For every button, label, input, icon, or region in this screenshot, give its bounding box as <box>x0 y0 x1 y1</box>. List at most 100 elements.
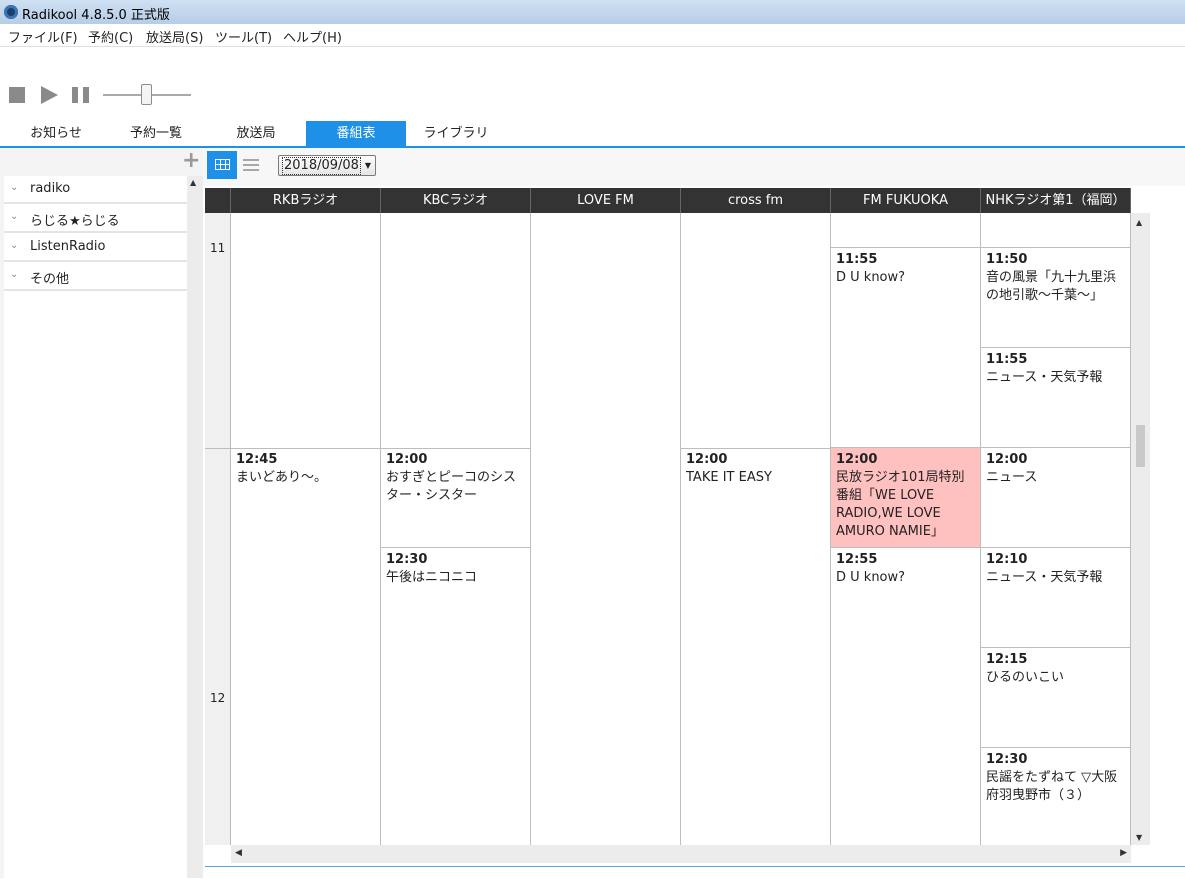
program-cell-highlighted[interactable]: 12:00 民放ラジオ101局特別番組「WE LOVE RADIO,WE LOV… <box>831 448 980 548</box>
program-time: 12:45 <box>236 452 278 467</box>
program-cell[interactable]: 12:00 ニュース <box>981 448 1130 548</box>
station-column-kbc: 12:00 おすぎとピーコのシスター・シスター 12:30 午後はニコニコ <box>381 213 531 845</box>
dropdown-arrow-icon: ▼ <box>364 161 371 170</box>
program-time: 12:10 <box>986 552 1028 567</box>
list-view-button[interactable] <box>243 156 261 174</box>
scroll-up-icon[interactable]: ▲ <box>1136 218 1142 227</box>
program-cell[interactable]: 11:50 音の風景「九十九里浜の地引歌〜千葉〜」 <box>981 248 1130 348</box>
station-header-rkb: RKBラジオ <box>231 188 381 213</box>
scroll-up-icon[interactable]: ▲ <box>190 178 196 187</box>
station-header-nhk: NHKラジオ第1（福岡） <box>981 188 1131 213</box>
add-icon[interactable]: + <box>182 150 200 172</box>
tab-library[interactable]: ライブラリ <box>406 121 506 146</box>
menu-station[interactable]: 放送局(S) <box>146 27 203 46</box>
chevron-down-icon: ⌄ <box>10 182 19 193</box>
tree-item-other[interactable]: ⌄ その他 <box>4 263 187 291</box>
station-column-lovefm <box>531 213 681 845</box>
program-title: 音の風景「九十九里浜の地引歌〜千葉〜」 <box>986 270 1117 303</box>
tree-item-label: ListenRadio <box>30 239 106 254</box>
guide-horizontal-scrollbar[interactable]: ◀ ▶ <box>231 845 1131 863</box>
station-header-lovefm: LOVE FM <box>531 188 681 213</box>
program-cell-previous[interactable] <box>831 213 980 248</box>
program-time: 12:00 <box>986 452 1028 467</box>
program-cell[interactable]: 12:15 ひるのいこい <box>981 648 1130 748</box>
hour-label: 11 <box>210 241 226 255</box>
program-time: 12:30 <box>986 752 1028 767</box>
program-title: TAKE IT EASY <box>686 470 772 485</box>
program-time: 12:55 <box>836 552 878 567</box>
sidebar-scrollbar[interactable] <box>187 176 203 878</box>
tab-program-guide[interactable]: 番組表 <box>306 121 406 146</box>
program-cell[interactable]: 12:00 おすぎとピーコのシスター・シスター <box>381 448 530 548</box>
date-value: 2018/09/08 <box>282 157 361 175</box>
program-time: 12:00 <box>836 452 878 467</box>
tree-item-radiru[interactable]: ⌄ らじる★らじる <box>4 205 187 233</box>
grid-view-button[interactable] <box>207 151 237 179</box>
program-title: D U know? <box>836 570 906 585</box>
menu-reserve[interactable]: 予約(C) <box>88 27 133 46</box>
tree-item-listenradio[interactable]: ⌄ ListenRadio <box>4 234 187 262</box>
date-select[interactable]: 2018/09/08 ▼ <box>278 155 376 176</box>
program-title: まいどあり〜。 <box>236 470 328 485</box>
main-tabs: お知らせ 予約一覧 放送局 番組表 ライブラリ <box>0 121 1185 149</box>
program-cell[interactable]: 11:55 D U know? <box>831 248 980 448</box>
play-button[interactable] <box>41 86 58 104</box>
menu-tools[interactable]: ツール(T) <box>215 27 272 46</box>
scroll-thumb[interactable] <box>1136 425 1145 467</box>
program-time: 12:00 <box>686 452 728 467</box>
program-cell[interactable]: 12:30 午後はニコニコ <box>381 548 530 845</box>
chevron-down-icon: ⌄ <box>10 211 19 222</box>
hour-label: 12 <box>210 691 226 705</box>
program-cell[interactable]: 12:00 TAKE IT EASY <box>681 448 830 845</box>
program-cell[interactable]: 12:55 D U know? <box>831 548 980 845</box>
program-cell[interactable]: 11:55 ニュース・天気予報 <box>981 348 1130 448</box>
scroll-right-icon[interactable]: ▶ <box>1120 848 1127 858</box>
program-cell[interactable]: 12:30 民謡をたずねて ▽大阪府羽曳野市（３） <box>981 748 1130 845</box>
tree-item-label: らじる★らじる <box>30 214 120 229</box>
program-time: 12:15 <box>986 652 1028 667</box>
hour-header <box>205 188 231 213</box>
station-header-kbc: KBCラジオ <box>381 188 531 213</box>
program-guide-grid: RKBラジオ KBCラジオ LOVE FM cross fm FM FUKUOK… <box>205 188 1150 863</box>
title-bar: Radikool 4.8.5.0 正式版 <box>0 0 1185 25</box>
program-title: ニュース・天気予報 <box>986 370 1103 385</box>
program-time: 11:50 <box>986 252 1028 267</box>
guide-toolbar: 2018/09/08 ▼ <box>203 148 1185 186</box>
menu-help[interactable]: ヘルプ(H) <box>283 27 342 46</box>
menu-file[interactable]: ファイル(F) <box>8 27 78 46</box>
program-cell[interactable]: 12:10 ニュース・天気予報 <box>981 548 1130 648</box>
station-column-nhk: 11:50 音の風景「九十九里浜の地引歌〜千葉〜」 11:55 ニュース・天気予… <box>981 213 1131 845</box>
program-title: ひるのいこい <box>986 670 1065 685</box>
scroll-left-icon[interactable]: ◀ <box>235 848 242 858</box>
tree-item-label: その他 <box>30 272 70 287</box>
station-header-fmfukuoka: FM FUKUOKA <box>831 188 981 213</box>
program-title: おすぎとピーコのシスター・シスター <box>386 470 517 503</box>
menu-bar: ファイル(F) 予約(C) 放送局(S) ツール(T) ヘルプ(H) <box>0 24 1185 47</box>
station-header-crossfm: cross fm <box>681 188 831 213</box>
tree-item-label: radiko <box>30 181 71 196</box>
tab-reservations[interactable]: 予約一覧 <box>106 121 206 146</box>
volume-thumb[interactable] <box>141 84 152 105</box>
volume-slider[interactable] <box>103 84 191 106</box>
window-title: Radikool 4.8.5.0 正式版 <box>22 8 170 23</box>
status-area <box>205 866 1185 879</box>
station-column-fmfukuoka: 11:55 D U know? 12:00 民放ラジオ101局特別番組「WE L… <box>831 213 981 845</box>
scroll-down-icon[interactable]: ▼ <box>1136 833 1142 842</box>
program-cell[interactable]: 12:45 まいどあり〜。 <box>231 448 380 845</box>
station-column-crossfm: 12:00 TAKE IT EASY <box>681 213 831 845</box>
tab-stations[interactable]: 放送局 <box>206 121 306 146</box>
program-time: 11:55 <box>836 252 878 267</box>
guide-vertical-scrollbar[interactable]: ▲ ▼ <box>1131 213 1150 845</box>
tree-item-radiko[interactable]: ⌄ radiko <box>4 176 187 204</box>
program-cell-previous[interactable] <box>981 213 1130 248</box>
program-title: ニュース・天気予報 <box>986 570 1103 585</box>
tab-news[interactable]: お知らせ <box>0 121 112 146</box>
program-title: D U know? <box>836 270 906 285</box>
station-tree: ⌄ radiko ⌄ らじる★らじる ⌄ ListenRadio ⌄ その他 <box>4 176 187 878</box>
stop-button[interactable] <box>9 87 25 103</box>
pause-button[interactable] <box>72 87 90 103</box>
program-time: 12:30 <box>386 552 428 567</box>
station-tree-pane: + ⌄ radiko ⌄ らじる★らじる ⌄ ListenRadio ⌄ その他… <box>0 148 203 878</box>
program-title: 午後はニコニコ <box>386 570 478 585</box>
program-title: 民放ラジオ101局特別番組「WE LOVE RADIO,WE LOVE AMUR… <box>836 470 965 539</box>
